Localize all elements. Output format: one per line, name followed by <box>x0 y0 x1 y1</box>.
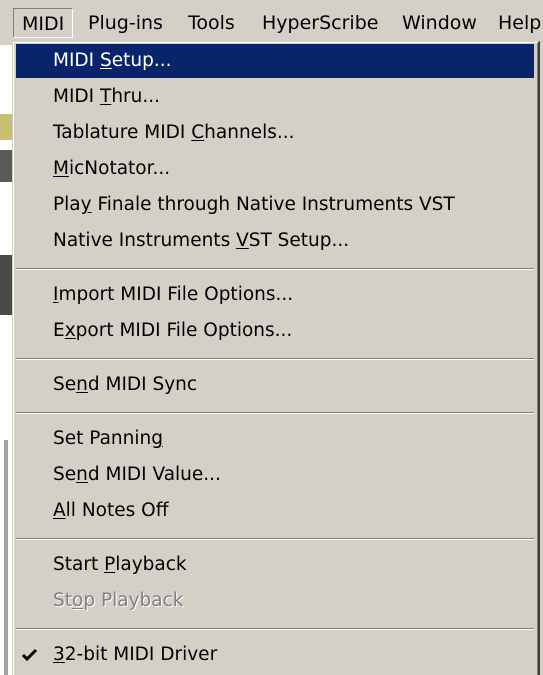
menubar-item-tools[interactable]: Tools <box>180 8 243 38</box>
menu-item-label: Native Instruments VST Setup... <box>53 230 350 251</box>
menu-item-label: Send MIDI Sync <box>53 374 198 395</box>
menu-item-label: Tablature MIDI Channels... <box>53 122 295 143</box>
menu-separator <box>16 412 534 414</box>
menu-item-midi-thru[interactable]: MIDI Thru... <box>16 80 534 114</box>
midi-dropdown-menu: MIDI Setup... MIDI Thru... Tablature MIDI … <box>12 41 540 675</box>
menu-item-micnotator[interactable]: MicNotator... <box>16 152 534 186</box>
app-window: MIDI Plug-ins Tools HyperScribe Window H… <box>0 0 543 675</box>
checkmark-icon <box>21 648 38 662</box>
menu-item-label: Stop Playback <box>53 590 184 611</box>
menu-item-label: All Notes Off <box>53 500 169 521</box>
menubar-item-help[interactable]: Help <box>490 8 543 38</box>
menu-item-import-midi-file-options[interactable]: Import MIDI File Options... <box>16 278 534 312</box>
menu-item-export-midi-file-options[interactable]: Export MIDI File Options... <box>16 314 534 348</box>
menu-item-label: Set Panning <box>53 428 163 449</box>
menu-separator <box>16 358 534 360</box>
menu-item-stop-playback: Stop Playback <box>16 584 534 618</box>
menubar-item-hyperscribe[interactable]: HyperScribe <box>254 8 386 38</box>
background-fragment <box>0 150 12 182</box>
menu-item-label: Send MIDI Value... <box>53 464 221 485</box>
menu-separator <box>16 268 534 270</box>
menu-item-all-notes-off[interactable]: All Notes Off <box>16 494 534 528</box>
menu-item-label: Import MIDI File Options... <box>53 284 294 305</box>
menu-item-label: Start Playback <box>53 554 187 575</box>
menu-item-start-playback[interactable]: Start Playback <box>16 548 534 582</box>
background-fragment <box>0 255 12 315</box>
menu-separator <box>16 628 534 630</box>
menu-item-label: MIDI Thru... <box>53 86 161 107</box>
menu-item-label: Export MIDI File Options... <box>53 320 293 341</box>
menu-item-32-bit-midi-driver[interactable]: 32-bit MIDI Driver <box>16 638 534 672</box>
menubar: MIDI Plug-ins Tools HyperScribe Window H… <box>0 0 543 45</box>
menu-item-send-midi-sync[interactable]: Send MIDI Sync <box>16 368 534 402</box>
menu-item-label: Play Finale through Native Instruments V… <box>53 194 455 215</box>
menu-item-label: MIDI Setup... <box>53 50 172 71</box>
background-fragment <box>4 440 8 675</box>
menu-item-send-midi-value[interactable]: Send MIDI Value... <box>16 458 534 492</box>
document-background <box>0 40 12 675</box>
menubar-item-midi[interactable]: MIDI <box>13 8 74 38</box>
menu-item-label: 32-bit MIDI Driver <box>53 644 218 665</box>
menu-item-play-finale-through-native-instruments-vst[interactable]: Play Finale through Native Instruments V… <box>16 188 534 222</box>
menubar-item-plug-ins[interactable]: Plug-ins <box>80 8 171 38</box>
menu-item-midi-setup[interactable]: MIDI Setup... <box>16 44 534 78</box>
menu-item-label: MicNotator... <box>53 158 171 179</box>
menubar-item-window[interactable]: Window <box>394 8 485 38</box>
menu-item-native-instruments-vst-setup[interactable]: Native Instruments VST Setup... <box>16 224 534 258</box>
background-fragment <box>0 114 12 140</box>
menu-item-tablature-midi-channels[interactable]: Tablature MIDI Channels... <box>16 116 534 150</box>
menu-separator <box>16 538 534 540</box>
menu-item-set-panning[interactable]: Set Panning <box>16 422 534 456</box>
